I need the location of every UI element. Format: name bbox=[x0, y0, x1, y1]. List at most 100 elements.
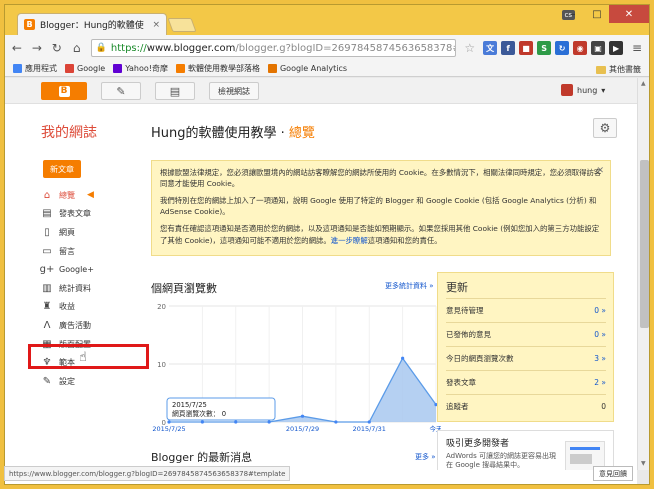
bookmark-star-icon[interactable]: ☆ bbox=[464, 41, 475, 55]
bookmark-label: Google Analytics bbox=[279, 64, 348, 73]
data-point bbox=[234, 420, 238, 424]
menu-icon[interactable]: ≡ bbox=[631, 41, 643, 55]
blogger-logo-button[interactable]: B bbox=[41, 82, 87, 100]
x-tick-label: 2015/7/29 bbox=[286, 425, 319, 433]
sidebar-item[interactable]: ▤ 發表文章 bbox=[41, 205, 151, 224]
update-row: 追蹤者 0 bbox=[446, 394, 606, 417]
bookmark-item[interactable]: Yahoo!奇摩 bbox=[113, 63, 168, 74]
back-arrow-icon[interactable]: ← bbox=[11, 41, 23, 55]
update-value[interactable]: 3 » bbox=[594, 354, 606, 363]
refresh-icon[interactable]: ↻ bbox=[555, 41, 570, 55]
chart-tooltip: 2015/7/25網頁瀏覽次數： 0 bbox=[166, 397, 276, 421]
x-tick-label: 2015/7/31 bbox=[353, 425, 386, 433]
tooltip-date: 2015/7/25 bbox=[172, 401, 207, 409]
cast-icon[interactable]: ▶ bbox=[609, 41, 624, 55]
new-post-pencil-button[interactable]: ✎ bbox=[101, 82, 141, 100]
minimize-icon[interactable]: – bbox=[561, 5, 585, 23]
sync-icon[interactable]: S bbox=[537, 41, 552, 55]
page-scrollbar[interactable]: ▲ ▼ bbox=[637, 78, 649, 470]
other-bookmarks-label: 其他書籤 bbox=[609, 65, 641, 74]
scroll-thumb[interactable] bbox=[640, 160, 649, 328]
update-row[interactable]: 發表文章 2 » bbox=[446, 370, 606, 393]
sidebar-item-label: 統計資料 bbox=[59, 283, 91, 293]
home-icon: ⌂ bbox=[43, 189, 51, 201]
extensions-area: 文 f ■ S ↻ ◉ ▣ ▶ bbox=[483, 41, 624, 55]
tab-close-icon[interactable]: × bbox=[152, 20, 160, 30]
more-stats-link[interactable]: 更多統計資料 » bbox=[385, 281, 434, 291]
translate-icon[interactable]: 文 bbox=[483, 41, 498, 55]
sidebar-item[interactable]: ▯ 網頁 bbox=[41, 223, 151, 242]
promo-desc: AdWords 可讓您的網誌更容易出現在 Google 搜尋結果中。 bbox=[446, 452, 556, 470]
maximize-icon[interactable]: □ bbox=[585, 5, 609, 23]
bookmark-favicon-icon bbox=[175, 64, 185, 73]
close-icon[interactable]: ✕ bbox=[596, 165, 604, 179]
notice-p3-tail: 這項通知和您的責任。 bbox=[367, 235, 442, 245]
bookmark-item[interactable]: Google bbox=[65, 63, 105, 74]
feedback-button[interactable]: 意見回饋 bbox=[593, 466, 633, 481]
sidebar-item-label: 網頁 bbox=[59, 227, 75, 237]
y-tick-label: 20 bbox=[157, 303, 166, 311]
tab-blogger[interactable]: B Blogger：Hung的軟體使 × bbox=[17, 13, 167, 35]
new-tab-button[interactable] bbox=[167, 18, 197, 32]
view-blog-button[interactable]: 檢視網誌 bbox=[209, 82, 259, 100]
bookmark-item[interactable]: Google Analytics bbox=[267, 63, 348, 74]
more-news-link[interactable]: 更多 » bbox=[415, 452, 436, 462]
bookmark-favicon-icon bbox=[267, 64, 277, 73]
blogger-favicon-icon: B bbox=[24, 19, 35, 30]
bookmark-label: Google bbox=[77, 64, 106, 73]
reload-icon[interactable]: ↻ bbox=[51, 41, 63, 55]
sidebar-item[interactable]: Λ 廣告活動 bbox=[41, 316, 151, 335]
gear-button[interactable]: ⚙ bbox=[593, 118, 617, 138]
bookmark-item[interactable]: 應用程式 bbox=[13, 63, 57, 74]
sidebar-item[interactable]: ✎ 設定 bbox=[41, 372, 151, 391]
sidebar-item[interactable]: g+ Google+ bbox=[40, 260, 151, 279]
bookmark-item[interactable]: 軟體使用教學部落格 bbox=[175, 63, 260, 74]
update-row[interactable]: 今日的網頁瀏覽次數 3 » bbox=[446, 346, 606, 369]
window-controls: – □ ✕ bbox=[561, 5, 649, 23]
update-value[interactable]: 0 » bbox=[594, 330, 606, 339]
learn-more-link[interactable]: 進一步瞭解 bbox=[331, 236, 368, 245]
bookmark-favicon-icon bbox=[13, 64, 22, 73]
browser-toolbar: ← → ↻ ⌂ 🔒 https://www.blogger.com/blogge… bbox=[5, 35, 649, 61]
sidebar-item[interactable]: ▭ 留言 bbox=[41, 242, 151, 261]
screenshot-icon[interactable]: ▣ bbox=[591, 41, 606, 55]
adblock-icon[interactable]: ◉ bbox=[573, 41, 588, 55]
status-bar-url: https://www.blogger.com/blogger.g?blogID… bbox=[4, 466, 291, 481]
settings-wrench-icon: ✎ bbox=[42, 375, 52, 387]
update-value[interactable]: 2 » bbox=[594, 378, 606, 387]
data-point bbox=[167, 420, 171, 424]
posts-icon: ▤ bbox=[42, 208, 52, 220]
forward-arrow-icon[interactable]: → bbox=[31, 41, 43, 55]
new-post-button[interactable]: 新文章 bbox=[43, 160, 81, 178]
posts-list-button[interactable]: ▤ bbox=[155, 82, 195, 100]
other-bookmarks[interactable]: 其他書籤 bbox=[596, 64, 641, 75]
hand-cursor-icon: ☝ bbox=[79, 350, 87, 365]
scroll-down-icon[interactable]: ▼ bbox=[641, 460, 646, 467]
user-menu[interactable]: hung ▾ bbox=[561, 84, 605, 96]
close-window-icon[interactable]: ✕ bbox=[609, 5, 649, 23]
pocket-icon[interactable]: f bbox=[501, 41, 516, 55]
scroll-up-icon[interactable]: ▲ bbox=[641, 80, 646, 87]
promo-card[interactable]: 吸引更多開發者 AdWords 可讓您的網誌更容易出現在 Google 搜尋結果… bbox=[437, 430, 614, 470]
url-path: /blogger.g?blogID=2697845874563658378#o bbox=[235, 42, 457, 54]
pageviews-chart[interactable]: 010202015/7/252015/7/292015/7/31今天2015/7… bbox=[151, 294, 441, 434]
bookmark-favicon-icon bbox=[113, 64, 123, 73]
update-row[interactable]: 意見待管理 0 » bbox=[446, 298, 606, 321]
bookmark-red-icon[interactable]: ■ bbox=[519, 41, 534, 55]
update-label: 已發佈的意見 bbox=[446, 329, 491, 339]
sidebar-item[interactable]: ▥ 統計資料 bbox=[41, 279, 151, 298]
sidebar-item[interactable]: ⌂ 總覽 ◀ bbox=[41, 186, 151, 205]
update-label: 今日的網頁瀏覽次數 bbox=[446, 353, 514, 363]
home-button-icon[interactable]: ⌂ bbox=[71, 41, 83, 55]
update-row[interactable]: 已發佈的意見 0 » bbox=[446, 322, 606, 345]
update-value[interactable]: 0 » bbox=[594, 306, 606, 315]
highlight-box bbox=[28, 344, 149, 369]
tab-title: Blogger：Hung的軟體使 bbox=[40, 21, 144, 31]
lock-icon: 🔒 bbox=[95, 43, 107, 53]
sidebar-item[interactable]: ♜ 收益 bbox=[41, 298, 151, 317]
updates-panel: 更新 意見待管理 0 » 已發佈的意見 0 » 今日的網頁瀏覽次數 3 » 發表文章 2 » 追… bbox=[437, 272, 614, 422]
data-point bbox=[200, 420, 204, 424]
bookmark-list: 應用程式 Google Yahoo!奇摩 軟體使用教學部落格 Google Analyt… bbox=[13, 63, 347, 74]
address-bar[interactable]: 🔒 https://www.blogger.com/blogger.g?blog… bbox=[90, 39, 457, 57]
my-blogs-link[interactable]: 我的網誌 bbox=[41, 122, 97, 142]
